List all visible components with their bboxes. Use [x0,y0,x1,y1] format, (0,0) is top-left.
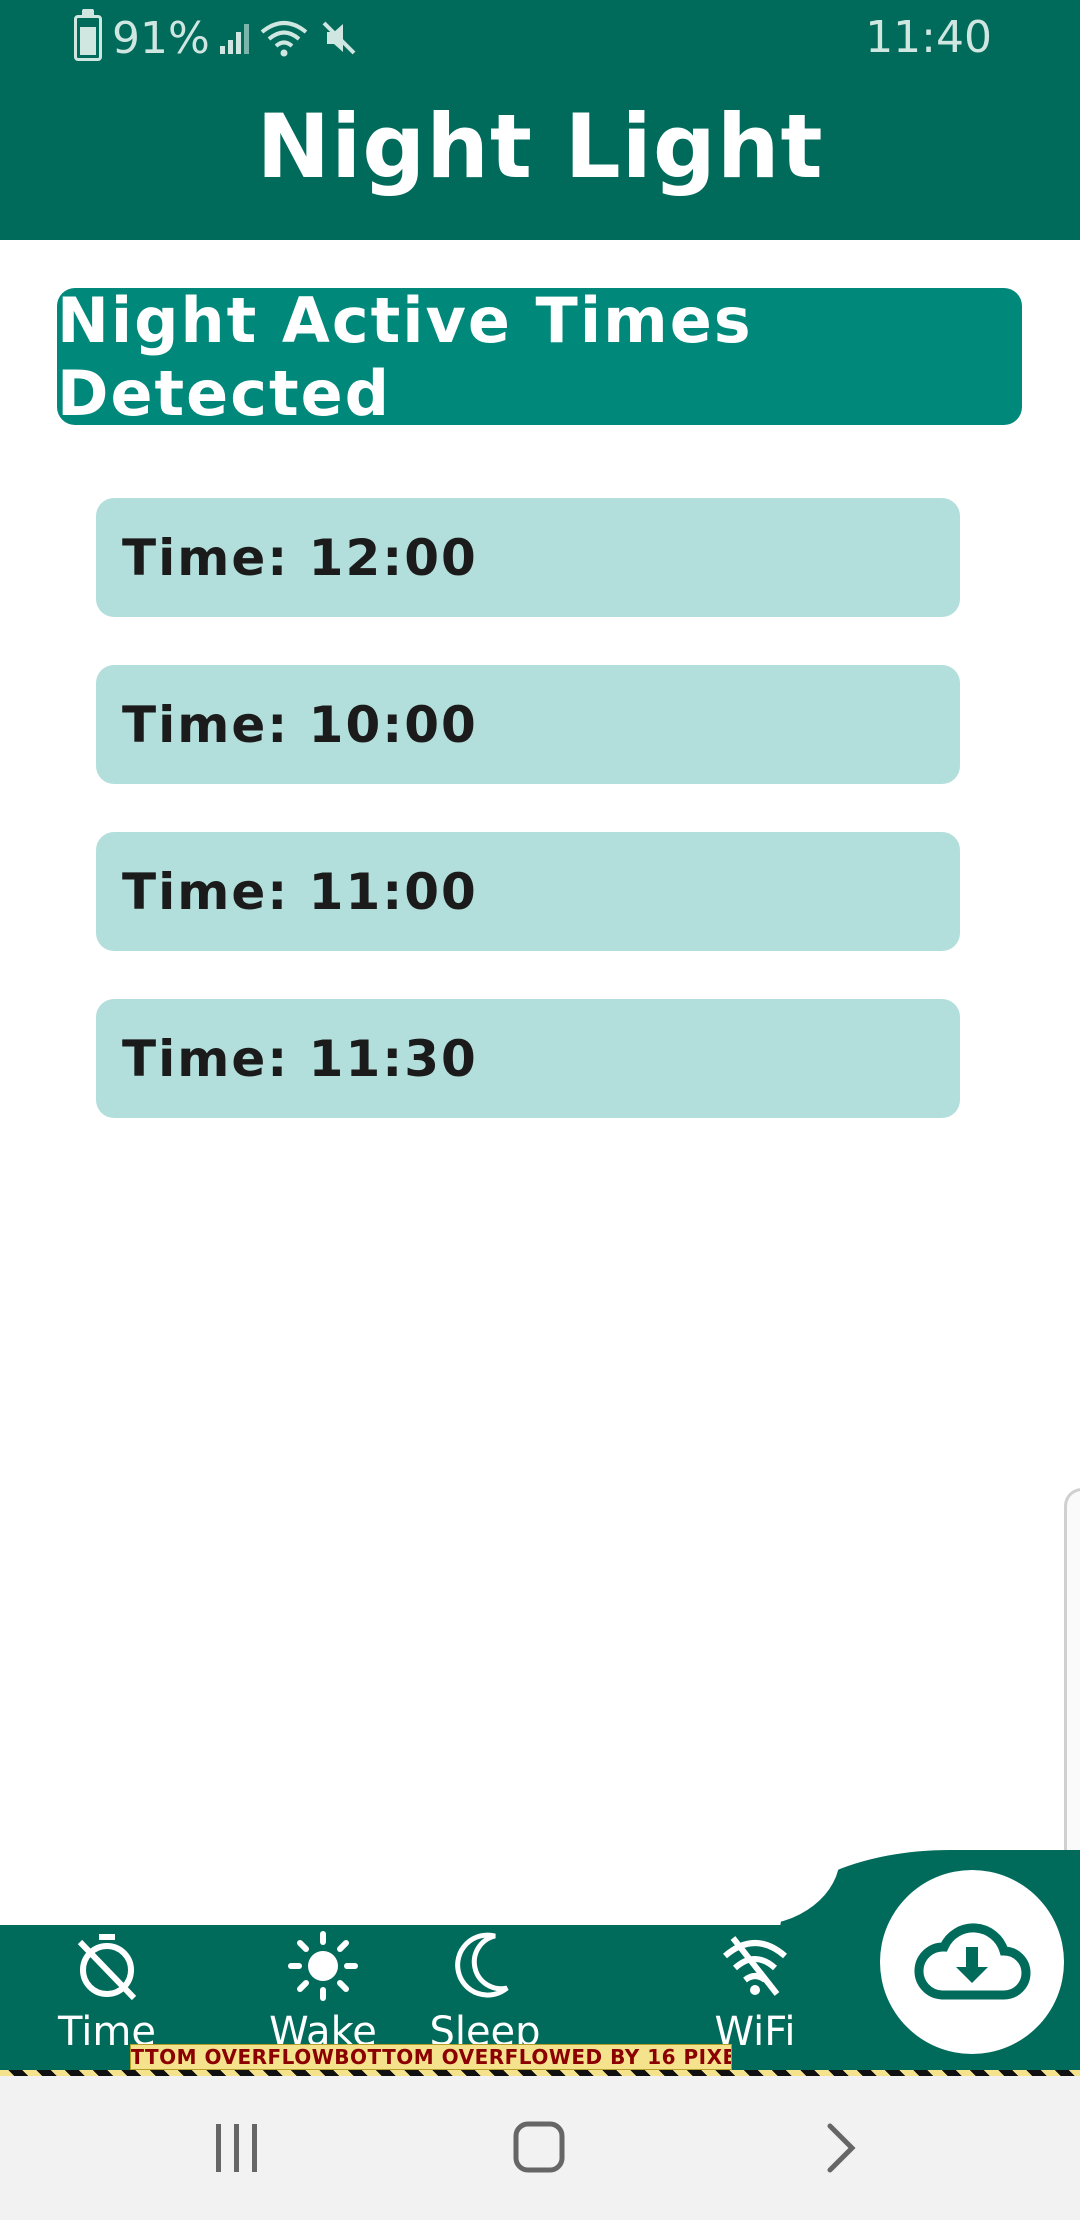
nav-item-time[interactable]: Time [22,1930,192,2054]
back-icon[interactable] [822,2120,862,2176]
moon-icon [455,1932,509,1998]
status-bar: 91% 11:40 [0,0,1080,76]
mute-icon [322,21,356,55]
system-nav-bar [0,2076,1080,2220]
status-left: 91% [74,9,359,64]
times-list: Time: 12:00 Time: 10:00 Time: 11:00 Time… [96,498,960,1166]
battery-percent: 91% [112,12,210,64]
recent-apps-icon[interactable] [212,2120,262,2176]
sun-icon [288,1931,358,2001]
signal-icon [219,22,249,54]
list-item[interactable]: Time: 12:00 [96,498,960,617]
app-header: 91% 11:40 Night Light [0,0,1080,240]
list-item[interactable]: Time: 10:00 [96,665,960,784]
timer-off-icon [77,1934,137,2001]
battery-charging-icon [74,9,102,61]
nav-item-wifi[interactable]: WiFi [670,1930,840,2054]
page-title: Night Light [256,95,824,198]
home-icon[interactable] [512,2120,568,2176]
status-clock: 11:40 [865,12,992,63]
nav-item-wake[interactable]: Wake [238,1930,408,2054]
list-item[interactable]: Time: 11:00 [96,832,960,951]
cloud-download-button[interactable] [880,1870,1064,2054]
nav-item-sleep[interactable]: Sleep [400,1930,570,2054]
overflow-warning: BOTTOM OVERFLOWBOTTOM OVERFLOWED BY 16 P… [130,2044,732,2070]
night-active-banner: Night Active Times Detected [57,284,1022,430]
wifi-icon [260,21,308,57]
wifi-off-icon [723,1936,787,1996]
list-item[interactable]: Time: 11:30 [96,999,960,1118]
cloud-download-icon [914,1923,1031,2000]
